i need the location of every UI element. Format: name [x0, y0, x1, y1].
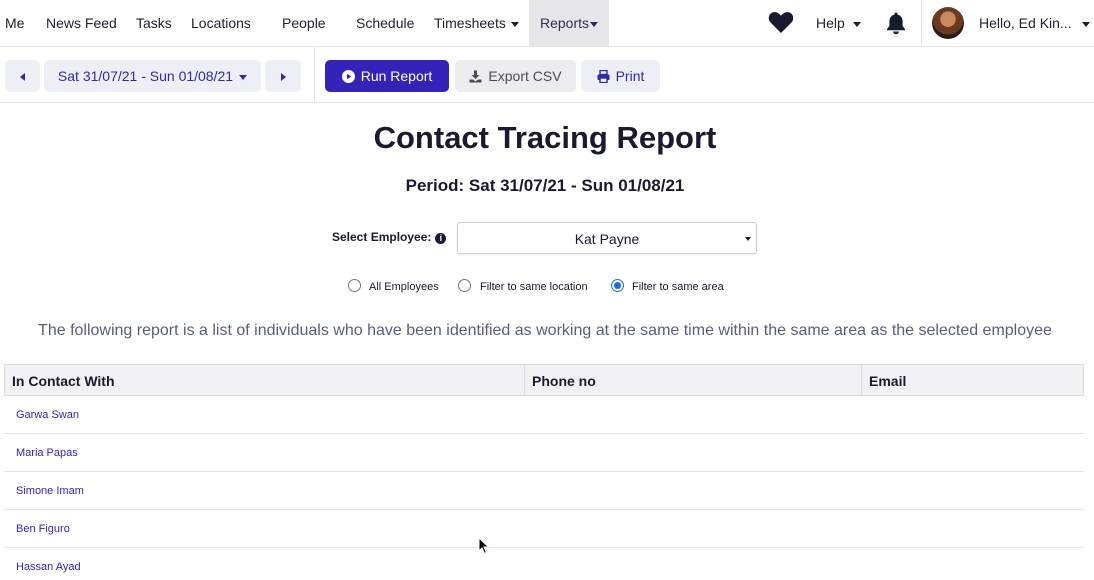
table-row: Ben Figuro — [4, 510, 1084, 548]
prev-period-button[interactable] — [5, 60, 40, 92]
selected-employee: Kat Payne — [574, 231, 640, 247]
nav-item-locations[interactable]: Locations — [191, 0, 251, 46]
run-report-label: Run Report — [360, 68, 433, 84]
chevron-down-icon — [1081, 21, 1090, 27]
date-range-picker[interactable]: Sat 31/07/21 - Sun 01/08/21 — [44, 60, 261, 92]
info-icon[interactable]: i — [435, 233, 447, 244]
radio-same-location-label[interactable]: Filter to same location — [480, 281, 588, 293]
print-button[interactable]: Print — [581, 60, 660, 92]
export-csv-button[interactable]: Export CSV — [455, 60, 576, 92]
radio-same-area-label[interactable]: Filter to same area — [632, 281, 724, 293]
employee-select[interactable]: Kat Payne — [457, 222, 757, 254]
nav-item-reports[interactable]: Reports — [529, 0, 610, 46]
column-header-email[interactable]: Email — [861, 365, 1083, 395]
contact-name-link[interactable]: Hassan Ayad — [16, 548, 81, 580]
nav-item-schedule[interactable]: Schedule — [356, 0, 414, 46]
nav-item-me[interactable]: Me — [5, 0, 24, 46]
export-csv-label: Export CSV — [488, 68, 562, 84]
run-report-button[interactable]: Run Report — [325, 60, 449, 92]
avatar[interactable] — [932, 7, 964, 39]
radio-same-location[interactable] — [458, 279, 471, 292]
nav-item-people[interactable]: People — [282, 0, 326, 46]
caret-left-icon — [20, 73, 25, 82]
print-label: Print — [615, 68, 645, 84]
user-menu[interactable]: Hello, Ed Kin... — [979, 0, 1090, 46]
table-row: Simone Imam — [4, 472, 1084, 510]
table-row: Garwa Swan — [4, 396, 1084, 434]
radio-same-area[interactable] — [611, 279, 624, 292]
heart-icon[interactable] — [768, 10, 794, 34]
chevron-down-icon — [745, 237, 751, 241]
contacts-table: In Contact With Phone no Email Garwa Swa… — [4, 364, 1084, 580]
help-label: Help — [816, 15, 845, 31]
nav-item-tasks[interactable]: Tasks — [136, 0, 172, 46]
bell-icon[interactable] — [885, 11, 907, 35]
top-nav: Me News Feed Tasks Locations People Sche… — [0, 0, 1094, 47]
nav-item-reports-label: Reports — [540, 15, 590, 31]
help-menu[interactable]: Help — [816, 0, 861, 46]
user-greeting: Hello, Ed Kin... — [979, 15, 1072, 31]
contact-name-link[interactable]: Ben Figuro — [16, 510, 70, 548]
contact-name-link[interactable]: Garwa Swan — [16, 396, 79, 434]
radio-all-employees-label[interactable]: All Employees — [369, 281, 439, 293]
nav-divider — [921, 0, 922, 46]
nav-item-timesheets[interactable]: Timesheets — [434, 0, 519, 46]
table-header: In Contact With Phone no Email — [4, 364, 1084, 396]
contact-name-link[interactable]: Maria Papas — [16, 434, 78, 472]
select-employee-text: Select Employee: — [332, 230, 432, 244]
chevron-down-icon — [510, 21, 519, 27]
report-toolbar: Sat 31/07/21 - Sun 01/08/21 Run Report E… — [0, 47, 1094, 103]
column-header-contact[interactable]: In Contact With — [5, 365, 524, 395]
table-row: Maria Papas — [4, 434, 1084, 472]
chevron-down-icon — [590, 21, 599, 27]
mouse-cursor-icon — [478, 537, 490, 555]
chevron-down-icon — [239, 74, 248, 80]
report-period: Period: Sat 31/07/21 - Sun 01/08/21 — [405, 176, 685, 195]
chevron-down-icon — [852, 21, 861, 27]
next-period-button[interactable] — [265, 60, 301, 92]
table-row: Hassan Ayad — [4, 548, 1084, 580]
select-employee-label: Select Employee: i — [332, 230, 447, 244]
report-description: The following report is a list of indivi… — [38, 322, 1052, 339]
radio-all-employees[interactable] — [348, 279, 361, 292]
nav-item-timesheets-label: Timesheets — [434, 15, 506, 31]
caret-right-icon — [280, 73, 286, 82]
printer-icon — [597, 69, 610, 84]
toolbar-divider — [314, 47, 315, 103]
play-circle-icon — [341, 70, 355, 83]
column-header-phone[interactable]: Phone no — [524, 365, 861, 395]
contact-name-link[interactable]: Simone Imam — [16, 472, 84, 510]
date-range-label: Sat 31/07/21 - Sun 01/08/21 — [57, 68, 234, 84]
download-icon — [469, 70, 482, 83]
page-title: Contact Tracing Report — [373, 120, 717, 155]
nav-item-news-feed[interactable]: News Feed — [46, 0, 117, 46]
